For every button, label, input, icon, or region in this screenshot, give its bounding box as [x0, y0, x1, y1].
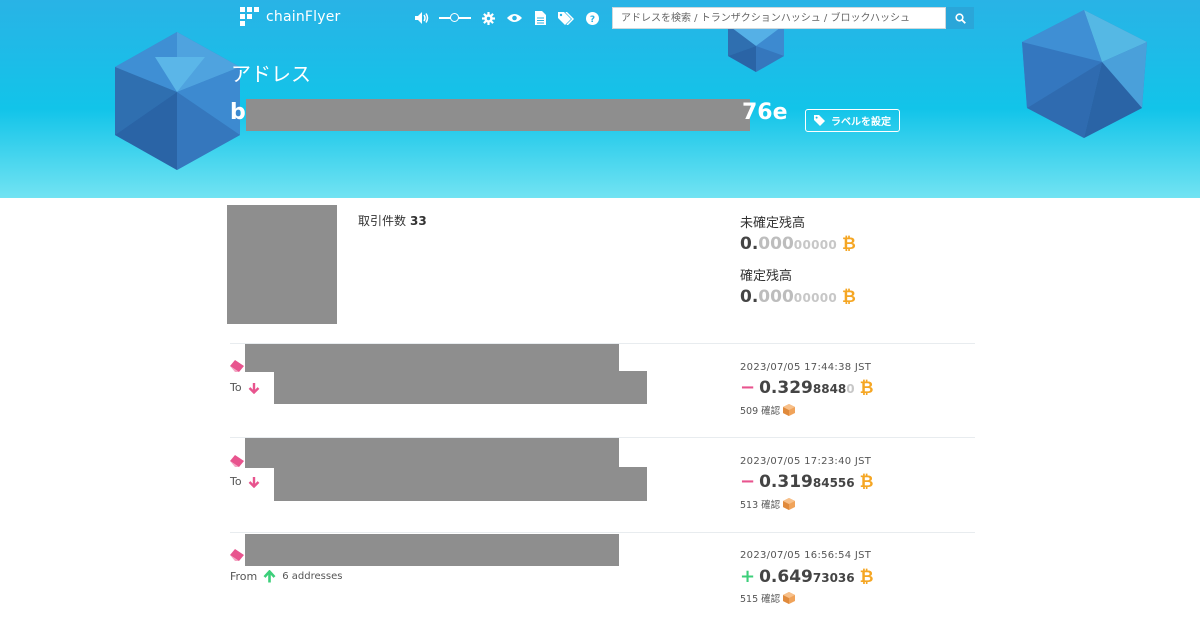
tx-direction-label: From — [230, 570, 258, 583]
eraser-icon — [230, 360, 244, 372]
unconfirmed-balance-mid: 000 — [758, 234, 794, 254]
arrow-down-icon — [248, 476, 259, 488]
gem-decoration-left — [115, 32, 240, 170]
tx-confirmations: 515 確認 — [740, 591, 796, 605]
tx-count-value: 33 — [410, 214, 427, 228]
unconfirmed-balance-label: 未確定残高 — [740, 216, 806, 231]
tx-sign: − — [740, 471, 756, 492]
address-end: 76e — [742, 100, 788, 125]
svg-text:?: ? — [589, 15, 594, 25]
help-icon[interactable]: ? — [583, 9, 601, 27]
tx-count: 取引件数 33 — [358, 212, 427, 229]
tx-direction: To — [230, 381, 260, 394]
address-redaction — [246, 99, 750, 131]
tx-amount: −0.319 84556 ₿ — [740, 471, 873, 492]
tx-amount: −0.329 8848 0 ₿ — [740, 377, 874, 398]
tx-amount-int: 0.319 — [759, 472, 813, 492]
tx-confirmations-text: 509 確認 — [740, 406, 781, 417]
tx-time: 2023/07/05 17:23:40 JST — [740, 456, 872, 467]
tx-direction-label: To — [230, 475, 242, 488]
logo-text: chainFlyer — [266, 9, 341, 25]
search-icon — [954, 12, 966, 24]
tx-hash-redaction — [245, 344, 619, 372]
tags-icon[interactable] — [557, 9, 575, 27]
tx-amount-int: 0.649 — [759, 567, 813, 587]
tx-amount-small: 8848 — [812, 382, 847, 396]
eraser-icon — [230, 549, 244, 561]
tx-direction-label: To — [230, 381, 242, 394]
tx-address-count[interactable]: 6 addresses — [282, 571, 342, 582]
confirmed-balance-mid: 000 — [758, 287, 794, 307]
arrow-down-icon — [248, 382, 259, 394]
tx-confirmations: 509 確認 — [740, 403, 796, 417]
search-button[interactable] — [946, 7, 974, 29]
hero-banner: chainFlyer ? アドレスを検索 / トランザクションハッシュ / ブロ… — [0, 0, 1200, 198]
tx-amount: +0.649 73036 ₿ — [740, 566, 873, 587]
tx-confirmations-text: 515 確認 — [740, 594, 781, 605]
tx-amount-small: 84556 — [812, 476, 855, 490]
search-input[interactable] — [612, 7, 946, 29]
tx-hash-redaction — [245, 438, 619, 468]
bitcoin-icon: ₿ — [859, 378, 874, 398]
tx-direction: From 6 addresses — [230, 570, 342, 583]
tx-confirmations-text: 513 確認 — [740, 500, 781, 511]
logo-icon — [240, 7, 259, 26]
eraser-icon — [230, 455, 244, 467]
tx-address-redaction — [274, 467, 647, 501]
bitcoin-icon: ₿ — [859, 472, 874, 492]
tag-icon — [814, 115, 825, 126]
unconfirmed-balance-small: 00000 — [793, 238, 838, 252]
eye-icon[interactable] — [505, 9, 523, 27]
unconfirmed-balance-int: 0. — [740, 234, 759, 254]
tx-time: 2023/07/05 17:44:38 JST — [740, 362, 872, 373]
tx-time: 2023/07/05 16:56:54 JST — [740, 550, 872, 561]
page-title: アドレス — [231, 62, 311, 86]
tx-sign: − — [740, 377, 756, 398]
block-icon — [783, 404, 796, 416]
unconfirmed-balance: 0. 000 00000 ₿ — [740, 234, 856, 254]
tx-address-redaction — [274, 371, 647, 404]
tx-amount-int: 0.329 — [759, 378, 813, 398]
logo[interactable]: chainFlyer — [240, 7, 341, 27]
confirmed-balance-label: 確定残高 — [740, 269, 793, 284]
document-icon[interactable] — [531, 9, 549, 27]
address-start: b — [230, 100, 246, 125]
tx-confirmations: 513 確認 — [740, 497, 796, 511]
block-icon — [783, 592, 796, 604]
tx-direction: To — [230, 475, 260, 488]
confirmed-balance-small: 00000 — [793, 291, 838, 305]
set-label-button[interactable]: ラベルを設定 — [805, 109, 900, 132]
arrow-up-icon — [263, 570, 276, 583]
block-icon — [783, 498, 796, 510]
bitcoin-icon: ₿ — [842, 287, 856, 307]
tx-amount-zero: 0 — [846, 382, 855, 396]
tx-count-label: 取引件数 — [358, 214, 407, 228]
tx-sign: + — [740, 566, 756, 587]
volume-slider-knob[interactable] — [450, 13, 459, 22]
nav-icon-bar: ? — [413, 9, 609, 27]
confirmed-balance: 0. 000 00000 ₿ — [740, 287, 856, 307]
qr-code-redacted — [227, 205, 337, 324]
bitcoin-icon: ₿ — [859, 567, 874, 587]
tx-hash-redaction — [245, 534, 619, 566]
tx-amount-small: 73036 — [812, 571, 855, 585]
divider — [230, 532, 975, 533]
gear-icon[interactable] — [479, 9, 497, 27]
volume-slider[interactable] — [439, 9, 471, 27]
top-nav: chainFlyer ? — [0, 0, 1200, 36]
speaker-icon[interactable] — [413, 9, 431, 27]
confirmed-balance-int: 0. — [740, 287, 759, 307]
bitcoin-icon: ₿ — [842, 234, 856, 254]
set-label-text: ラベルを設定 — [831, 117, 891, 128]
